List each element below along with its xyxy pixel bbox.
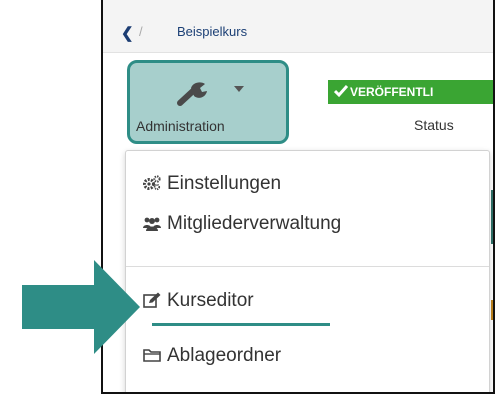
folder-icon xyxy=(143,349,161,362)
menu-item-mitgliederverwaltung[interactable]: Mitgliederverwaltung xyxy=(126,205,489,241)
background-accent-mark xyxy=(491,300,493,320)
menu-item-kurseditor[interactable]: Kurseditor xyxy=(126,282,489,318)
menu-item-einstellungen[interactable]: Einstellungen xyxy=(126,165,489,201)
edit-icon xyxy=(143,292,161,308)
administration-button[interactable]: Administration xyxy=(127,60,289,144)
menu-item-ablageordner[interactable]: Ablageordner xyxy=(126,337,489,373)
check-icon xyxy=(334,85,348,98)
back-icon[interactable]: ❮ xyxy=(121,24,134,42)
background-accent-bar xyxy=(491,190,493,244)
administration-label: Administration xyxy=(136,118,225,134)
breadcrumb-separator: / xyxy=(139,24,143,39)
app-window: ❮ / Beispielkurs Administration VERÖFFEN… xyxy=(101,0,495,394)
users-icon xyxy=(143,217,161,231)
kurseditor-underline xyxy=(152,323,330,326)
wrench-icon xyxy=(177,82,207,106)
menu-item-label: Einstellungen xyxy=(167,173,282,194)
administration-menu: Einstellungen Mitgliederverwaltung Kurse… xyxy=(125,150,490,392)
status-label: Status xyxy=(414,117,454,133)
menu-item-label: Kurseditor xyxy=(167,290,254,311)
arrow-right-icon xyxy=(22,260,140,354)
menu-item-label: Mitgliederverwaltung xyxy=(167,213,342,234)
breadcrumb-course-link[interactable]: Beispielkurs xyxy=(177,24,247,39)
status-badge-text: VERÖFFENTLI xyxy=(350,85,434,99)
menu-divider xyxy=(126,266,489,267)
gears-icon xyxy=(143,175,161,191)
chevron-down-icon xyxy=(234,86,244,92)
menu-item-label: Ablageordner xyxy=(167,345,282,366)
breadcrumb: ❮ / Beispielkurs xyxy=(103,0,493,53)
status-badge[interactable]: VERÖFFENTLI xyxy=(328,80,493,104)
